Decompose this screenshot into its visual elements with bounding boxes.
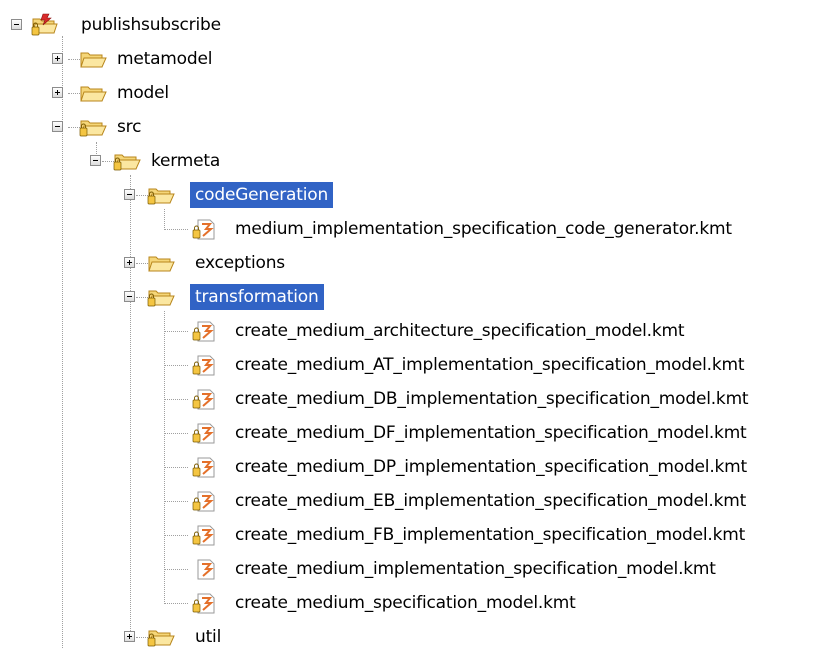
tree-item-label: exceptions bbox=[195, 253, 285, 273]
tree-item-label: codeGeneration bbox=[190, 182, 334, 208]
tree-item-label: src bbox=[117, 117, 142, 137]
package-folder-icon bbox=[147, 630, 175, 647]
kermeta-file-icon bbox=[192, 321, 215, 342]
tree-item-label: create_medium_EB_implementation_specific… bbox=[235, 491, 747, 511]
kermeta-file-icon bbox=[197, 559, 215, 580]
tree-item-label: create_medium_architecture_specification… bbox=[235, 321, 685, 341]
tree-item-label: publishsubscribe bbox=[81, 15, 221, 35]
tree-item-label: create_medium_AT_implementation_specific… bbox=[235, 355, 745, 375]
folder-icon bbox=[148, 256, 175, 272]
tree-item-label: create_medium_specification_model.kmt bbox=[235, 593, 576, 613]
collapse-toggle-icon[interactable] bbox=[124, 189, 135, 200]
tree-item-label: transformation bbox=[190, 284, 324, 310]
tree-item-src[interactable]: src bbox=[0, 112, 400, 142]
tree-item-label: medium_implementation_specification_code… bbox=[235, 219, 732, 239]
tree-item-label: create_medium_FB_implementation_specific… bbox=[235, 525, 746, 545]
tree-item-label: create_medium_DB_implementation_specific… bbox=[235, 389, 749, 409]
collapse-toggle-icon[interactable] bbox=[124, 291, 135, 302]
package-folder-icon bbox=[113, 154, 141, 171]
kermeta-file-icon bbox=[192, 423, 215, 444]
kermeta-file-icon bbox=[192, 355, 215, 376]
tree-item-kermeta[interactable]: kermeta bbox=[0, 146, 400, 176]
kermeta-file-icon bbox=[192, 457, 215, 478]
collapse-toggle-icon[interactable] bbox=[11, 19, 22, 30]
project-folder-icon bbox=[31, 13, 58, 36]
kermeta-file-icon bbox=[192, 593, 215, 614]
folder-icon bbox=[80, 86, 107, 102]
kermeta-file-icon bbox=[192, 219, 215, 240]
tree-item-file[interactable]: create_medium_DB_implementation_specific… bbox=[0, 384, 817, 414]
package-folder-icon bbox=[147, 290, 175, 307]
tree-item-transformation[interactable]: transformation bbox=[0, 282, 400, 312]
collapse-toggle-icon[interactable] bbox=[52, 121, 63, 132]
collapse-toggle-icon[interactable] bbox=[90, 155, 101, 166]
expand-toggle-icon[interactable] bbox=[124, 631, 135, 642]
expand-toggle-icon[interactable] bbox=[52, 53, 63, 64]
kermeta-file-icon bbox=[192, 491, 215, 512]
tree-item-file[interactable]: create_medium_implementation_specificati… bbox=[0, 554, 817, 584]
expand-toggle-icon[interactable] bbox=[52, 87, 63, 98]
tree-item-label: metamodel bbox=[117, 49, 213, 69]
expand-toggle-icon[interactable] bbox=[124, 257, 135, 268]
tree-item-model[interactable]: model bbox=[0, 78, 400, 108]
tree-item-label: create_medium_DP_implementation_specific… bbox=[235, 457, 747, 477]
kermeta-file-icon bbox=[192, 525, 215, 546]
tree-item-exceptions[interactable]: exceptions bbox=[0, 248, 400, 278]
project-explorer-tree: publishsubscribe metamodel model src ker… bbox=[0, 0, 817, 653]
kermeta-file-icon bbox=[192, 389, 215, 410]
tree-item-file[interactable]: create_medium_DF_implementation_specific… bbox=[0, 418, 817, 448]
tree-item-file[interactable]: create_medium_FB_implementation_specific… bbox=[0, 520, 817, 550]
tree-item-file[interactable]: create_medium_architecture_specification… bbox=[0, 316, 817, 346]
tree-item-label: create_medium_DF_implementation_specific… bbox=[235, 423, 747, 443]
tree-item-publishsubscribe[interactable]: publishsubscribe bbox=[0, 10, 400, 40]
tree-item-file[interactable]: medium_implementation_specification_code… bbox=[0, 214, 817, 244]
folder-icon bbox=[80, 52, 107, 68]
tree-item-util[interactable]: util bbox=[0, 622, 400, 652]
tree-item-codegeneration[interactable]: codeGeneration bbox=[0, 180, 400, 210]
tree-item-file[interactable]: create_medium_AT_implementation_specific… bbox=[0, 350, 817, 380]
tree-item-label: kermeta bbox=[151, 151, 221, 171]
tree-item-file[interactable]: create_medium_DP_implementation_specific… bbox=[0, 452, 817, 482]
source-folder-icon bbox=[79, 120, 107, 137]
tree-item-label: model bbox=[117, 83, 169, 103]
tree-item-label: create_medium_implementation_specificati… bbox=[235, 559, 716, 579]
package-folder-icon bbox=[147, 188, 175, 205]
tree-item-file[interactable]: create_medium_EB_implementation_specific… bbox=[0, 486, 817, 516]
tree-item-metamodel[interactable]: metamodel bbox=[0, 44, 400, 74]
tree-item-file[interactable]: create_medium_specification_model.kmt bbox=[0, 588, 817, 618]
tree-item-label: util bbox=[195, 627, 222, 647]
